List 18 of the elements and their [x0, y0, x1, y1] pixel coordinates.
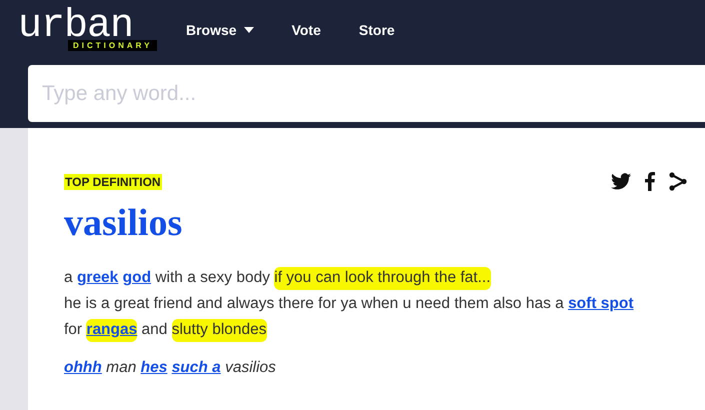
top-definition-label: TOP DEFINITION: [64, 174, 162, 190]
word-link[interactable]: soft spot: [568, 295, 634, 312]
word-link[interactable]: god: [122, 269, 152, 286]
share-icon[interactable]: [669, 172, 687, 191]
nav-link[interactable]: Browse: [186, 22, 237, 38]
word-link[interactable]: such a: [172, 359, 221, 376]
word-title[interactable]: vasilios: [64, 201, 705, 245]
nav-link[interactable]: Vote: [292, 22, 321, 38]
caret-icon[interactable]: [244, 27, 254, 33]
definition-text: a greek god with a sexy body if you can look through the fat... he is a great friend and always there for ya when u need them also has a soft spot for rangas and slutty blondes: [64, 265, 705, 343]
word-link[interactable]: hes: [140, 359, 168, 376]
nav-link[interactable]: Store: [358, 22, 395, 38]
word-link[interactable]: ohhh: [64, 359, 102, 376]
word-link[interactable]: rangas: [86, 319, 138, 342]
example-text: ohhh man hes such a vasilios: [64, 359, 277, 377]
word-link[interactable]: greek: [76, 269, 118, 286]
facebook-icon[interactable]: [645, 172, 655, 191]
twitter-icon[interactable]: [611, 173, 631, 190]
